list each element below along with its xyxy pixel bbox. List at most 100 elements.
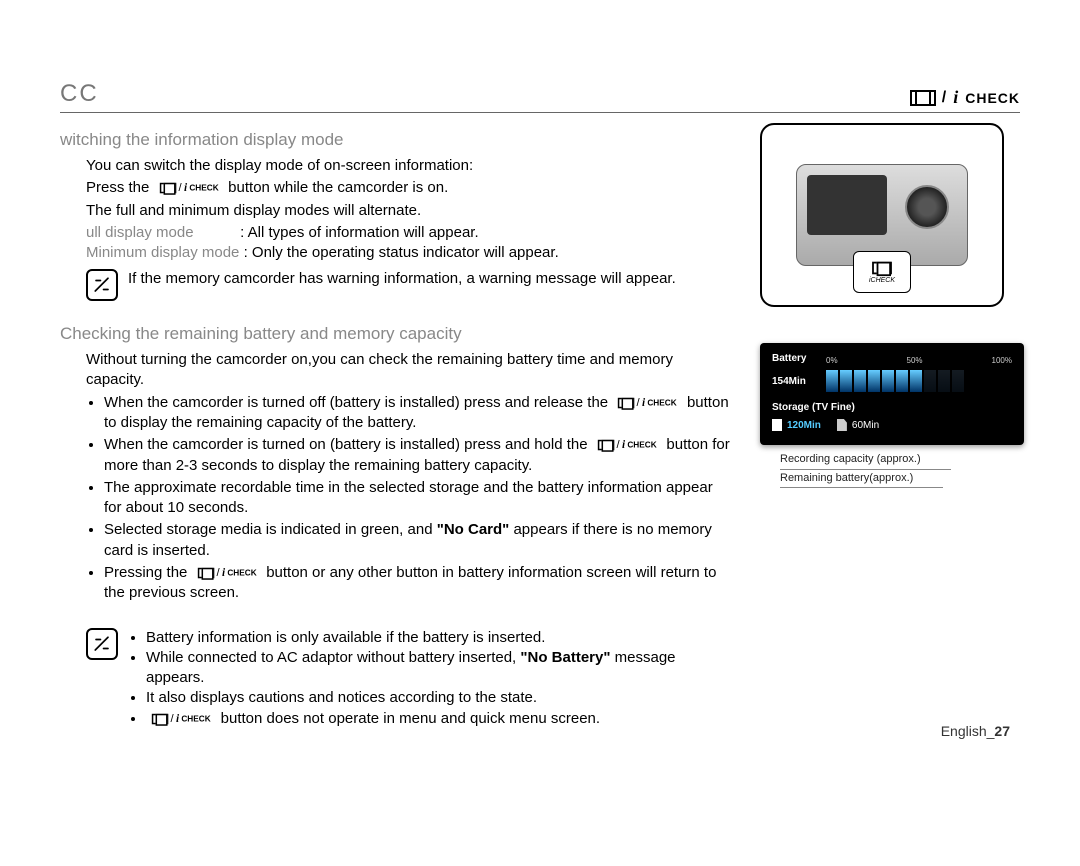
display-check-icon: /iCHECK: [159, 181, 218, 196]
note-icon: [86, 628, 118, 660]
lcd-battery-bars: 0% 50% 100%: [826, 370, 1012, 392]
section1-heading: witching the information display mode: [60, 129, 730, 152]
full-mode-line: ull display mode : All types of informat…: [60, 223, 730, 243]
s1-p2a: Press the: [86, 179, 154, 196]
camcorder-screen: [807, 175, 887, 235]
bar: [882, 370, 894, 392]
bar: [910, 370, 922, 392]
lcd-card-value: 60Min: [852, 420, 879, 431]
full-mode-label: ull display mode: [86, 223, 236, 243]
lcd-internal-value: 120Min: [787, 420, 821, 431]
bar-dim: [924, 370, 936, 392]
memory-card-icon: [837, 419, 847, 431]
n2-2: While connected to AC adaptor without ba…: [146, 648, 730, 689]
check-text-inline: CHECK: [648, 397, 677, 408]
camcorder-figure: iCHECK: [760, 123, 1004, 307]
camcorder-lens: [905, 185, 949, 229]
header-check-label: / i CHECK: [910, 87, 1020, 108]
display-check-icon: /iCHECK: [197, 565, 256, 580]
check-text-inline: CHECK: [189, 183, 218, 194]
info-i-icon: i: [176, 711, 179, 726]
min-mode-line: Minimum display mode : Only the operatin…: [60, 243, 730, 263]
s2-b1: When the camcorder is turned off (batter…: [104, 393, 730, 434]
n2-3: It also displays cautions and notices ac…: [146, 688, 730, 708]
s2-b2a: When the camcorder is turned on (battery…: [104, 436, 592, 453]
min-mode-text: : Only the operating status indicator wi…: [244, 244, 559, 261]
lcd-display: Battery 154Min 0% 50% 100%: [760, 343, 1024, 445]
bar: [896, 370, 908, 392]
s1-p1: You can switch the display mode of on-sc…: [60, 156, 730, 176]
figure-column: iCHECK Battery 154Min 0% 50% 100%: [760, 123, 1020, 729]
bar: [854, 370, 866, 392]
bar-dim: [952, 370, 964, 392]
info-i-icon: i: [221, 565, 224, 580]
display-check-icon: /iCHECK: [152, 711, 211, 726]
info-i-icon: i: [953, 87, 959, 108]
internal-memory-icon: [772, 419, 782, 431]
note2: Battery information is only available if…: [60, 628, 730, 729]
callout-recording: Recording capacity (approx.): [780, 451, 951, 470]
section2-heading: Checking the remaining battery and memor…: [60, 323, 730, 346]
main-text-column: witching the information display mode Yo…: [60, 123, 730, 729]
display-icon: [910, 90, 936, 106]
icheck-label-small: iCHECK: [869, 277, 895, 284]
info-i-icon: i: [622, 438, 625, 453]
lcd-battery-row: 154Min 0% 50% 100%: [772, 370, 1012, 392]
scale-0: 0%: [826, 356, 838, 365]
display-icon: [598, 440, 615, 451]
display-icon: [618, 398, 635, 409]
bar-dim: [938, 370, 950, 392]
scale-100: 100%: [992, 356, 1012, 365]
display-check-icon: /iCHECK: [618, 395, 677, 410]
lcd-callouts: Recording capacity (approx.) Remaining b…: [760, 451, 1020, 488]
slash: /: [942, 89, 947, 107]
display-icon: [197, 568, 214, 579]
s2-b4: Selected storage media is indicated in g…: [104, 520, 730, 561]
s2-b5a: Pressing the: [104, 564, 192, 581]
s2-p1: Without turning the camcorder on,you can…: [60, 350, 730, 391]
lcd-card-storage: 60Min: [837, 419, 879, 431]
n2-1: Battery information is only available if…: [146, 628, 730, 648]
n2-2-bold: "No Battery": [520, 649, 610, 666]
icheck-button-callout: iCHECK: [853, 251, 911, 293]
header-cc: CC: [60, 80, 99, 108]
display-check-icon: /iCHECK: [598, 438, 657, 453]
scale-50: 50%: [907, 356, 923, 365]
s2-b1a: When the camcorder is turned off (batter…: [104, 394, 612, 411]
s2-b5b: button or any other button in battery in…: [104, 564, 716, 601]
s2-b3: The approximate recordable time in the s…: [104, 478, 730, 519]
lcd-battery-min: 154Min: [772, 376, 816, 387]
n2-4b: button does not operate in menu and quic…: [221, 710, 600, 727]
bar: [868, 370, 880, 392]
display-icon: [159, 183, 176, 194]
lcd-internal-storage: 120Min: [772, 419, 821, 431]
full-mode-text: : All types of information will appear.: [240, 224, 478, 241]
min-mode-label: Minimum display mode: [86, 243, 239, 263]
s1-p2b: button while the camcorder is on.: [228, 179, 448, 196]
note1-text: If the memory camcorder has warning info…: [128, 269, 676, 289]
bar: [840, 370, 852, 392]
page-footer: English_27: [941, 723, 1010, 739]
n2-2a: While connected to AC adaptor without ba…: [146, 649, 520, 666]
s2-b2: When the camcorder is turned on (battery…: [104, 435, 730, 476]
check-text-inline: CHECK: [627, 440, 656, 451]
s2-bullets: When the camcorder is turned off (batter…: [60, 393, 730, 604]
s1-p3: The full and minimum display modes will …: [60, 201, 730, 221]
display-icon: [152, 713, 169, 724]
page-header: CC / i CHECK: [60, 80, 1020, 113]
lcd-battery-scale: 0% 50% 100%: [826, 356, 1012, 365]
footer-lang: English: [941, 723, 987, 739]
s2-b4-bold: "No Card": [437, 521, 510, 538]
bar: [826, 370, 838, 392]
note2-body: Battery information is only available if…: [128, 628, 730, 729]
s2-b5: Pressing the /iCHECK button or any other…: [104, 563, 730, 604]
note-icon: [86, 269, 118, 301]
lcd-storage-label: Storage (TV Fine): [772, 402, 1012, 413]
check-text-inline: CHECK: [227, 567, 256, 578]
check-text-inline: CHECK: [181, 713, 210, 724]
check-text: CHECK: [965, 90, 1020, 106]
info-i-icon: i: [642, 395, 645, 410]
lcd-storage-row: 120Min 60Min: [772, 419, 1012, 431]
callout-battery: Remaining battery(approx.): [780, 470, 943, 489]
s2-b4a: Selected storage media is indicated in g…: [104, 521, 437, 538]
